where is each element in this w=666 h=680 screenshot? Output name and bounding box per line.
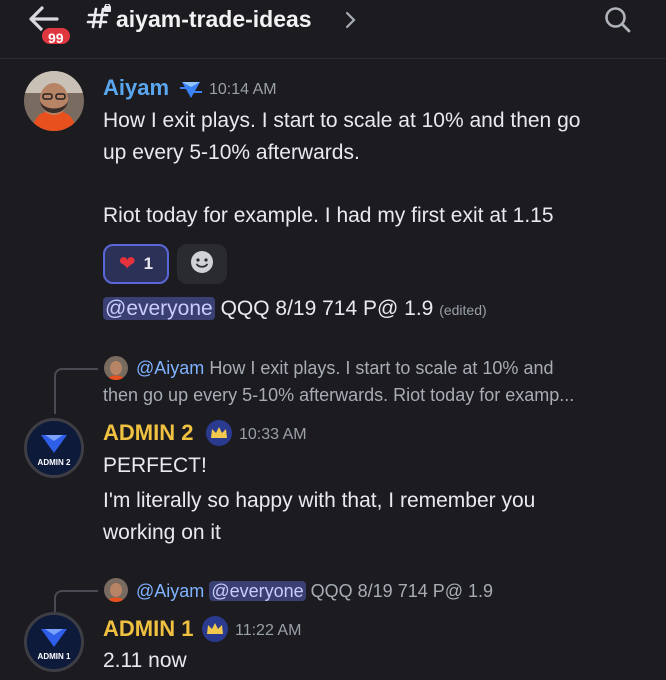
message-text-line: 2.11 now bbox=[103, 649, 187, 672]
reply-preview[interactable]: @Aiyam @everyone QQQ 8/19 714 P@ 1.9 bbox=[136, 578, 493, 604]
admin-avatar[interactable]: ADMIN 1 bbox=[24, 612, 84, 672]
username[interactable]: ADMIN 1 bbox=[103, 616, 193, 642]
timestamp: 11:22 AM bbox=[235, 622, 302, 639]
message-admin-1[interactable]: @Aiyam @everyone QQQ 8/19 714 P@ 1.9 ADM… bbox=[0, 0, 666, 680]
avatar-label: ADMIN 1 bbox=[38, 652, 71, 661]
crown-icon bbox=[202, 616, 228, 642]
everyone-mention: @everyone bbox=[209, 581, 306, 601]
reply-avatar bbox=[104, 578, 128, 602]
reply-snippet: QQQ 8/19 714 P@ 1.9 bbox=[310, 581, 494, 601]
reply-author: @Aiyam bbox=[136, 581, 205, 601]
